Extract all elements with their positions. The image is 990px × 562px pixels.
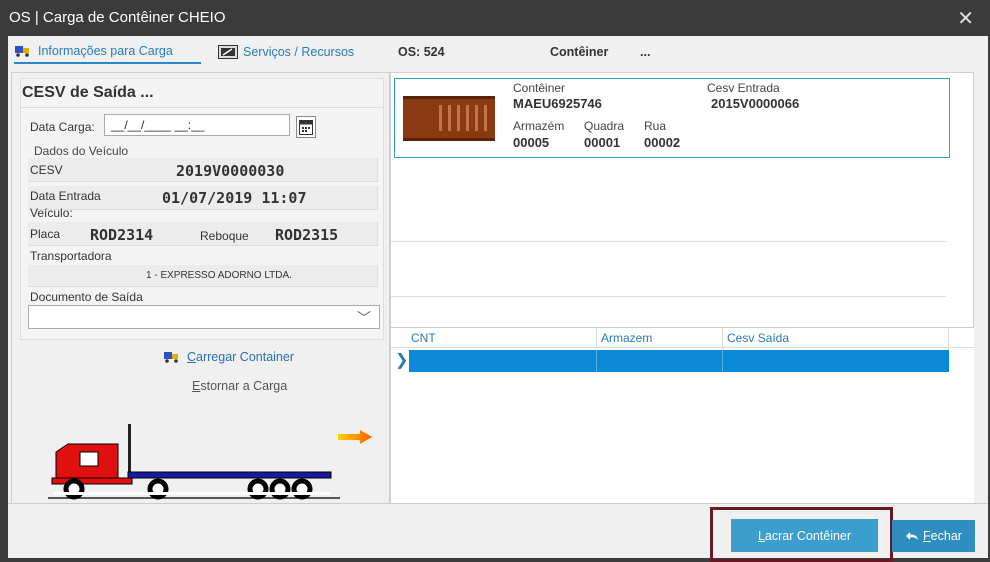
cesv-saida-title: CESV de Saída ...: [22, 84, 154, 101]
carga-grid: CNT Armazem Cesv Saída ❯: [391, 327, 974, 503]
fechar-label-rest: echar: [930, 529, 962, 543]
dialog-window: OS | Carga de Contêiner CHEIO ✕ Informaç…: [0, 0, 990, 562]
transportadora-value: 1 - EXPRESSO ADORNO LTDA.: [146, 270, 292, 281]
tab-servicos-recursos[interactable]: Serviços / Recursos: [218, 40, 378, 64]
close-icon[interactable]: ✕: [957, 6, 974, 31]
carregar-label-rest: arregar Container: [196, 350, 294, 364]
dados-veiculo-label: Dados do Veículo: [34, 144, 129, 158]
lacrar-label-rest: acrar Contêiner: [764, 528, 852, 543]
divider: [20, 107, 384, 108]
card-rua-label: Rua: [644, 119, 667, 133]
table-row[interactable]: [409, 350, 949, 372]
documento-saida-label: Documento de Saída: [30, 290, 143, 304]
container-icon: [403, 96, 495, 141]
grid-col-armazem[interactable]: Armazem: [601, 331, 652, 345]
veiculo-label: Veículo:: [30, 206, 73, 220]
carregar-container-label: Carregar Container: [187, 350, 294, 364]
documento-saida-select[interactable]: ﹀: [28, 305, 380, 329]
card-container-value: MAEU6925746: [513, 96, 602, 111]
lacrar-label: Lacrar Contêiner: [758, 529, 851, 543]
container-card[interactable]: Contêiner MAEU6925746 Cesv Entrada 2015V…: [394, 78, 950, 158]
fechar-button[interactable]: Fechar: [892, 520, 975, 552]
container-header-value: ...: [640, 45, 651, 59]
grid-header: CNT Armazem Cesv Saída: [391, 328, 974, 372]
row-divider: [391, 296, 946, 297]
calendar-icon: [299, 120, 313, 135]
tab-informacoes-carga[interactable]: Informações para Carga: [14, 40, 201, 64]
lacrar-container-button[interactable]: Lacrar Contêiner: [731, 519, 878, 552]
truck-icon: [15, 46, 29, 57]
card-quadra-value: 00001: [584, 135, 621, 150]
undo-icon: [906, 532, 919, 540]
reboque-label: Reboque: [200, 229, 249, 243]
reboque-value: ROD2315: [275, 226, 339, 244]
tab-servicos-label: Serviços / Recursos: [243, 45, 355, 59]
placa-label: Placa: [30, 227, 61, 241]
services-icon: [218, 45, 238, 59]
chevron-down-icon: ﹀: [357, 310, 371, 326]
row-indicator-icon: ❯: [395, 352, 409, 369]
cesv-label: CESV: [30, 163, 63, 177]
data-entrada-value: 01/07/2019 11:07: [162, 189, 307, 207]
card-armazem-label: Armazém: [513, 119, 565, 133]
cesv-value: 2019V0000030: [176, 162, 285, 180]
card-quadra-label: Quadra: [584, 119, 625, 133]
lacrar-accel-key: L: [757, 528, 765, 543]
cab-window: [79, 451, 99, 467]
tab-informacoes-label: Informações para Carga: [38, 44, 173, 58]
card-cesv-entrada-label: Cesv Entrada: [707, 81, 780, 95]
grid-col-sep: [596, 350, 597, 372]
os-number: OS: 524: [398, 45, 445, 59]
fechar-label: Fechar: [923, 529, 962, 543]
truck-illustration: [48, 424, 340, 500]
carregar-container-link[interactable]: Carregar Container: [164, 350, 294, 364]
tab-bar: Informações para Carga Serviços / Recurs…: [8, 36, 988, 66]
truck-icon: [164, 352, 178, 363]
card-container-label: Contêiner: [513, 81, 566, 95]
ground-gap: [54, 492, 330, 495]
grid-col-cnt[interactable]: CNT: [411, 331, 436, 345]
container-header-label: Contêiner: [550, 45, 609, 59]
dialog-client: Informações para Carga Serviços / Recurs…: [8, 36, 988, 558]
cab-chassis: [51, 477, 133, 485]
placa-value: ROD2314: [90, 226, 154, 244]
grid-col-cesv-saida[interactable]: Cesv Saída: [727, 331, 789, 345]
fechar-accel-key: F: [923, 529, 931, 543]
window-title: OS | Carga de Contêiner CHEIO: [9, 9, 226, 26]
title-bar: OS | Carga de Contêiner CHEIO ✕: [0, 0, 990, 36]
data-entrada-label: Data Entrada: [30, 189, 101, 203]
carregar-accel-key: C: [187, 350, 197, 364]
estornar-carga-link[interactable]: Estornar a Carga: [192, 379, 287, 393]
trailer-post: [128, 424, 131, 472]
card-cesv-entrada-value: 2015V0000066: [711, 96, 800, 111]
grid-col-sep: [722, 350, 723, 372]
trailer-bed: [127, 471, 332, 479]
card-rua-value: 00002: [644, 135, 681, 150]
calendar-button[interactable]: [296, 116, 316, 138]
data-carga-mask: __/__/____ __:__: [111, 118, 205, 132]
row-divider: [391, 241, 946, 242]
estornar-label-rest: stornar a Carga: [200, 379, 288, 393]
arrow-right-icon: [338, 430, 372, 444]
transportadora-label: Transportadora: [30, 249, 112, 263]
data-carga-label: Data Carga:: [30, 120, 95, 134]
data-carga-input[interactable]: __/__/____ __:__: [104, 114, 290, 136]
card-armazem-value: 00005: [513, 135, 550, 150]
